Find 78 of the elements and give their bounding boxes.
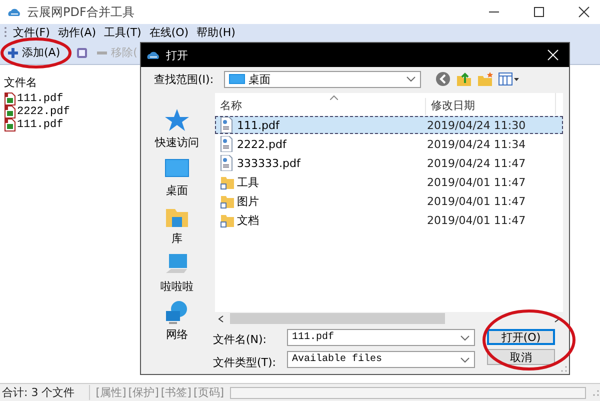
menu-item[interactable]: 帮助(H) [194, 25, 238, 40]
folder-icon [220, 212, 234, 228]
cloud-icon [145, 49, 160, 61]
file-name-label: 文件名(N): [213, 332, 268, 347]
pdf-file-icon [4, 118, 16, 132]
file-name: 图片 [237, 194, 259, 208]
pdf-file-icon [220, 136, 234, 152]
file-name: 工具 [237, 174, 259, 190]
file-row[interactable]: 2222.pdf 2019/04/24 11:34 [215, 135, 563, 153]
resize-grip-icon [592, 388, 600, 396]
file-name: 文档 [237, 212, 259, 228]
desktop-icon [228, 73, 245, 85]
menu-item[interactable]: 在线(O) [147, 25, 191, 40]
column-header[interactable]: 修改日期 [425, 98, 555, 115]
back-icon [434, 71, 451, 87]
folder-icon [220, 193, 234, 209]
chevron-down-icon [406, 76, 416, 82]
look-in-dropdown[interactable]: 桌面 [224, 70, 421, 88]
window-title: 云展网PDF合并工具 [27, 4, 134, 20]
pdf-file-icon [220, 117, 234, 133]
file-date: 2019/04/01 11:47 [426, 214, 527, 226]
column-header[interactable]: 名称 [215, 98, 425, 115]
pdf-file-icon [4, 104, 16, 118]
file-row[interactable]: 333333.pdf 2019/04/24 11:47 [215, 154, 563, 172]
sidebar-item[interactable]: 啦啦啦 [160, 279, 194, 294]
square-icon [76, 46, 88, 58]
file-name: 111.pdf [17, 92, 64, 104]
pdf-file-icon [4, 92, 16, 106]
pdf-file-icon [220, 155, 234, 171]
sidebar-item[interactable]: 库 [172, 231, 182, 246]
file-row[interactable]: 图片 2019/04/01 11:47 [215, 192, 563, 210]
sidebar-item[interactable]: 网络 [166, 327, 188, 342]
file-name: 111.pdf [17, 118, 64, 130]
file-row[interactable]: 工具 2019/04/01 11:47 [215, 173, 563, 191]
open-button[interactable]: 打开(O) [487, 329, 555, 345]
file-name: 111.pdf [237, 118, 280, 132]
menu-item[interactable]: 动作(A) [56, 25, 98, 40]
close-icon [547, 49, 559, 61]
horizontal-scrollbar[interactable] [215, 312, 563, 325]
maximize-icon [533, 6, 545, 18]
file-date: 2019/04/24 11:47 [426, 156, 527, 170]
file-row[interactable]: 文档 2019/04/01 11:47 [215, 211, 563, 229]
resize-grip-icon [561, 366, 567, 372]
file-type-label: 文件类型(T): [213, 355, 278, 370]
view-menu-icon [498, 71, 520, 87]
file-date: 2019/04/01 11:47 [426, 194, 527, 208]
file-date: 2019/04/01 11:47 [426, 176, 527, 188]
file-name: 2222.pdf [17, 106, 70, 118]
plus-icon [7, 46, 19, 58]
scrollbar-thumb[interactable] [230, 313, 445, 324]
look-in-label: 查找范围(I): [154, 72, 214, 86]
cloud-icon [6, 6, 21, 18]
file-count: 合计: 3 个文件 [2, 385, 75, 400]
sidebar-item[interactable]: 桌面 [166, 183, 188, 198]
menu-item[interactable]: 工具(T) [102, 25, 144, 40]
chevron-down-icon [460, 334, 470, 340]
annotation-ellipse [0, 37, 72, 69]
scroll-left-icon [218, 314, 224, 322]
folder-up-icon [456, 71, 472, 87]
file-name: 333333.pdf [237, 156, 300, 170]
new-folder-icon [476, 71, 493, 87]
sidebar-item[interactable]: 快速访问 [155, 135, 199, 150]
column-header: 文件名 [4, 75, 37, 90]
file-date: 2019/04/24 11:34 [426, 138, 527, 150]
grip-icon [4, 26, 7, 40]
file-name-field[interactable]: 111.pdf [287, 329, 475, 346]
cancel-button[interactable]: 取消 [487, 349, 555, 365]
file-name: 2222.pdf [237, 138, 286, 150]
menu-item[interactable]: 文件(F) [11, 25, 52, 40]
folder-icon [220, 174, 234, 190]
file-type-dropdown[interactable]: Available files [287, 351, 475, 368]
sort-caret-icon [330, 95, 338, 100]
file-row[interactable]: 111.pdf 2019/04/24 11:30 [215, 116, 563, 134]
file-date: 2019/04/24 11:30 [426, 118, 527, 132]
dialog-title: 打开 [166, 48, 188, 62]
chevron-down-icon [460, 356, 470, 362]
star-icon [163, 107, 191, 133]
close-icon [578, 6, 590, 18]
